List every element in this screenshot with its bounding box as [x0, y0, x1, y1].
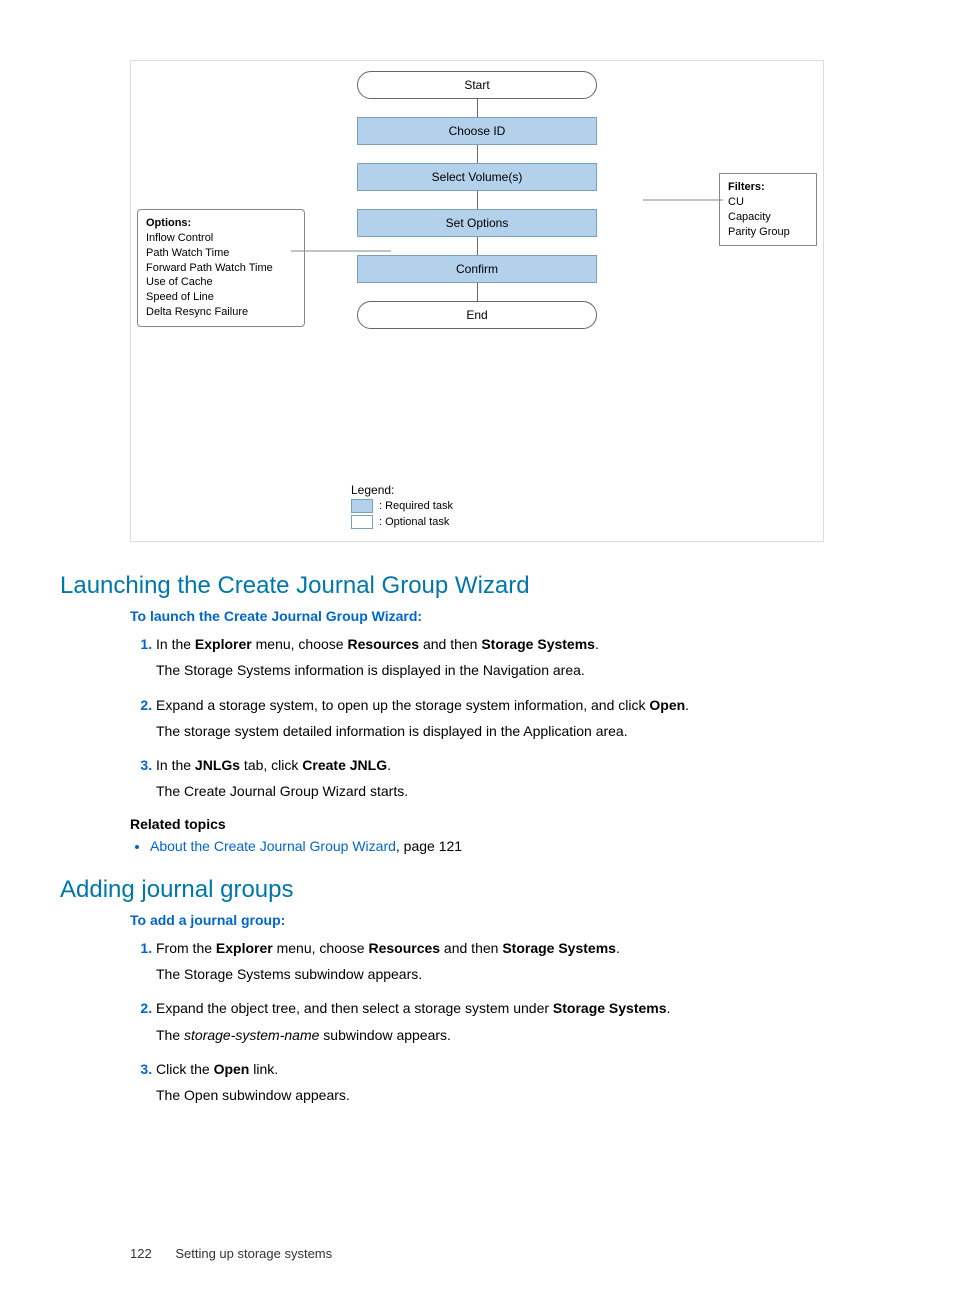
filters-item: Capacity	[728, 211, 771, 223]
options-item: Path Watch Time	[146, 247, 229, 259]
options-item: Inflow Control	[146, 232, 213, 244]
related-item: About the Create Journal Group Wizard, p…	[150, 838, 894, 854]
related-topics-list: About the Create Journal Group Wizard, p…	[130, 838, 894, 854]
page-footer: 122 Setting up storage systems	[130, 1246, 894, 1261]
legend-required-label: : Required task	[379, 500, 453, 512]
step-item: Expand a storage system, to open up the …	[156, 695, 894, 742]
flow-end-terminal: End	[357, 301, 597, 329]
steps-list-launch: In the Explorer menu, choose Resources a…	[130, 634, 894, 802]
flowchart-diagram: Start Choose ID Select Volume(s) Set Opt…	[130, 60, 824, 542]
options-item: Forward Path Watch Time	[146, 262, 273, 274]
filters-item: Parity Group	[728, 226, 790, 238]
step-item: In the JNLGs tab, click Create JNLG. The…	[156, 755, 894, 802]
step-description: The storage system detailed information …	[156, 721, 894, 741]
sub-heading-add: To add a journal group:	[130, 912, 894, 928]
legend: Legend: : Required task : Optional task	[351, 483, 453, 529]
flow-step-choose-id: Choose ID	[357, 117, 597, 145]
flow-start-terminal: Start	[357, 71, 597, 99]
flow-step-confirm: Confirm	[357, 255, 597, 283]
filters-item: CU	[728, 196, 744, 208]
connector-line-filters	[643, 199, 723, 201]
step-item: Expand the object tree, and then select …	[156, 998, 894, 1045]
step-item: From the Explorer menu, choose Resources…	[156, 938, 894, 985]
filters-callout: Filters: CU Capacity Parity Group	[719, 173, 817, 246]
step-description: The storage-system-name subwindow appear…	[156, 1025, 894, 1045]
legend-required-swatch	[351, 499, 373, 513]
step-description: The Storage Systems information is displ…	[156, 660, 894, 680]
page-number: 122	[130, 1246, 152, 1261]
step-description: The Storage Systems subwindow appears.	[156, 964, 894, 984]
footer-title: Setting up storage systems	[175, 1246, 332, 1261]
step-item: In the Explorer menu, choose Resources a…	[156, 634, 894, 681]
legend-title: Legend:	[351, 483, 453, 497]
options-item: Speed of Line	[146, 291, 214, 303]
options-callout: Options: Inflow Control Path Watch Time …	[137, 209, 305, 327]
legend-optional-swatch	[351, 515, 373, 529]
section-heading-adding-groups: Adding journal groups	[60, 876, 894, 904]
steps-list-add: From the Explorer menu, choose Resources…	[130, 938, 894, 1106]
options-title: Options:	[146, 217, 191, 229]
filters-title: Filters:	[728, 181, 765, 193]
related-link[interactable]: About the Create Journal Group Wizard	[150, 838, 396, 854]
flow-step-select-volumes: Select Volume(s)	[357, 163, 597, 191]
section-heading-launch-wizard: Launching the Create Journal Group Wizar…	[60, 572, 894, 600]
flow-step-set-options: Set Options	[357, 209, 597, 237]
step-description: The Create Journal Group Wizard starts.	[156, 781, 894, 801]
legend-optional-label: : Optional task	[379, 516, 449, 528]
options-item: Delta Resync Failure	[146, 306, 248, 318]
related-topics-heading: Related topics	[130, 816, 894, 832]
sub-heading-launch: To launch the Create Journal Group Wizar…	[130, 608, 894, 624]
step-description: The Open subwindow appears.	[156, 1085, 894, 1105]
step-item: Click the Open link. The Open subwindow …	[156, 1059, 894, 1106]
options-item: Use of Cache	[146, 276, 213, 288]
